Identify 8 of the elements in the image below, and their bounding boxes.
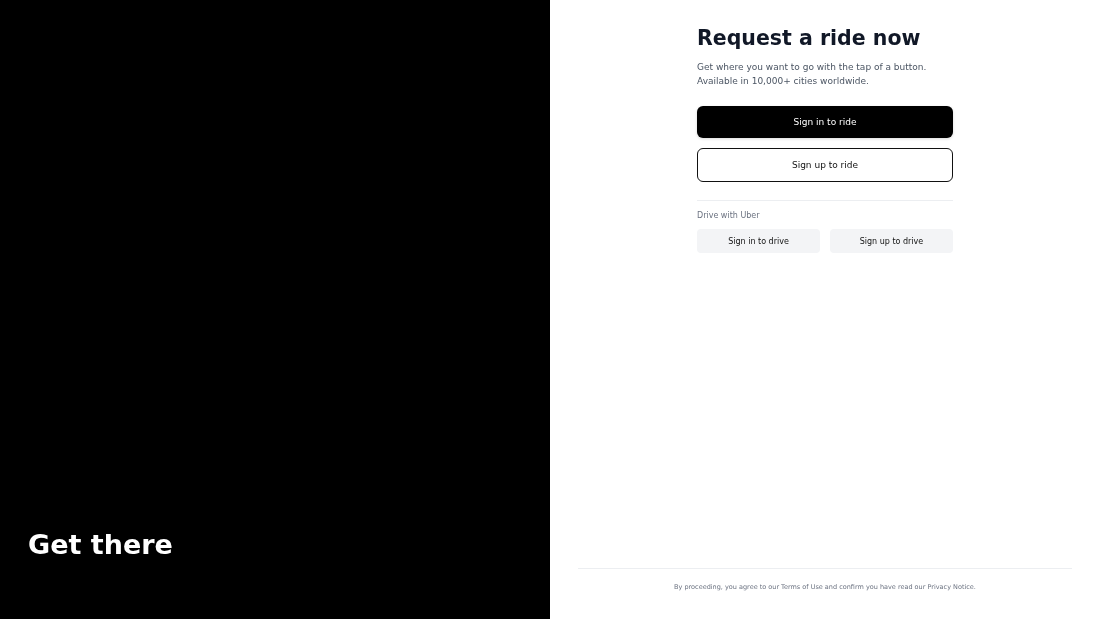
drive-button[interactable]: Sign in to drive [697,229,820,254]
sign-in-button[interactable]: Sign in to ride [697,105,953,138]
subtitle-text: Get where you want to go with the tap of a button. Available in 10,000+ cities worldwide. [697,60,928,88]
sign-up-button[interactable]: Sign up to ride [697,147,953,182]
hero-heading: Get there [28,528,174,561]
page-title: Request a ride now [697,26,922,51]
drive-button[interactable]: Sign up to drive [830,229,953,254]
section-label: Drive with Uber [697,209,761,222]
